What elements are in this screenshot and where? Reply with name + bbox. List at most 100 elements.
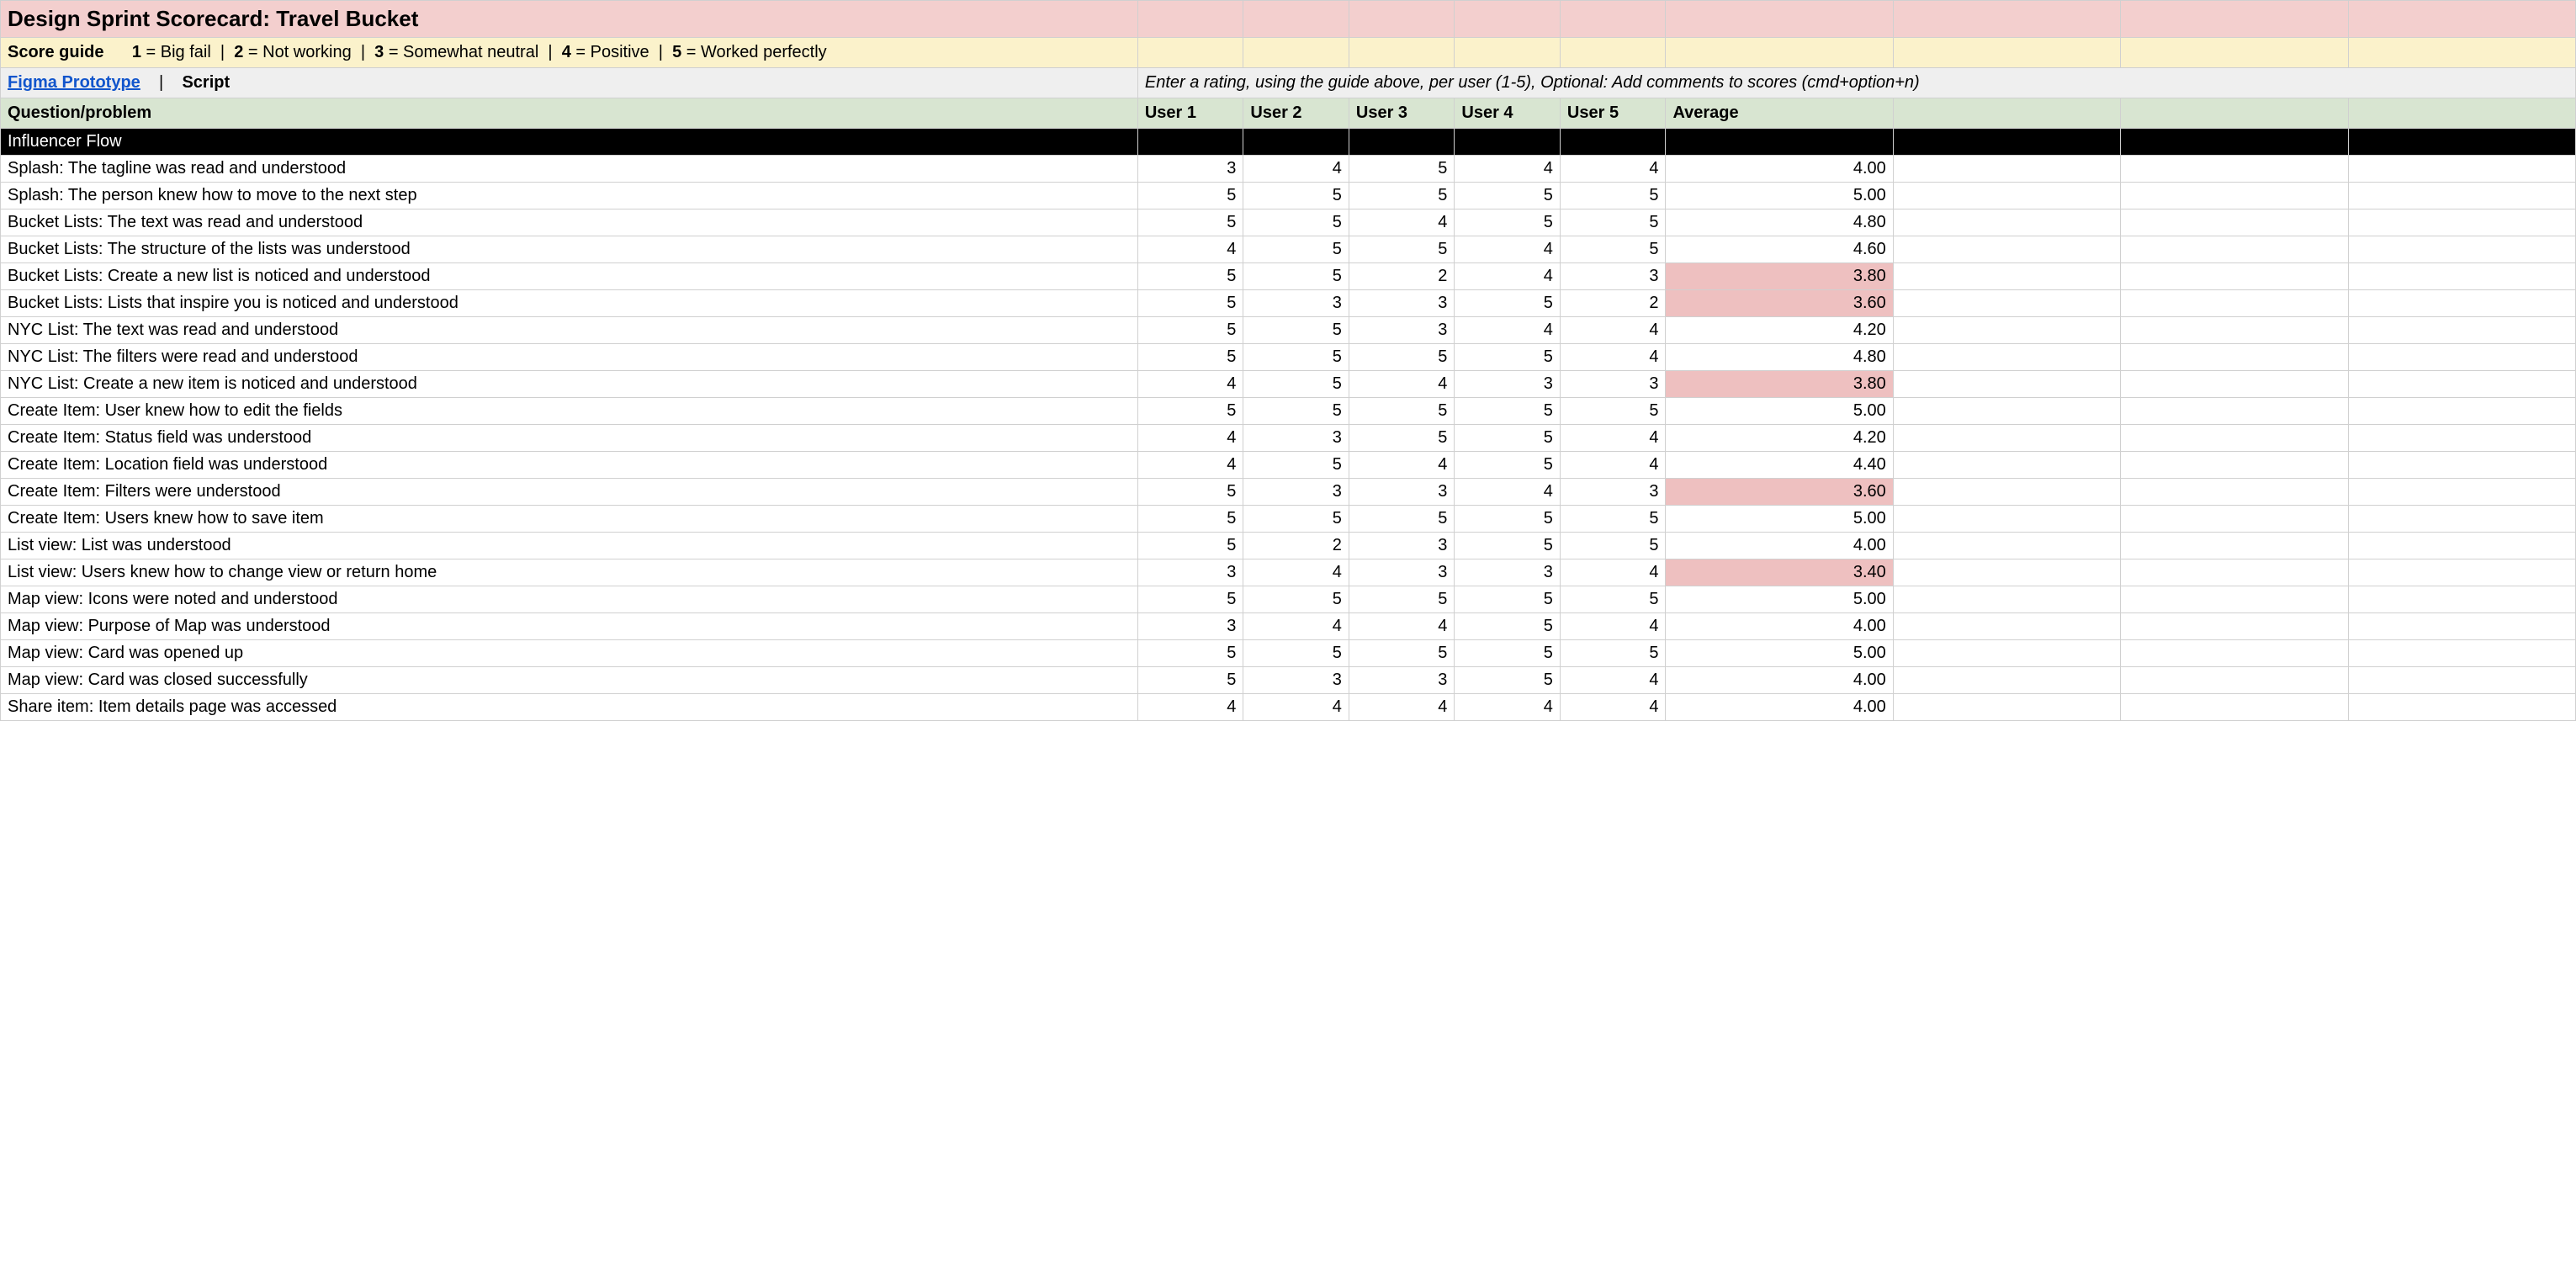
score-cell[interactable]: 2 [1243, 533, 1349, 559]
average-cell[interactable]: 4.60 [1666, 236, 1893, 263]
empty-cell[interactable] [2121, 317, 2348, 344]
empty-cell[interactable] [1893, 533, 2120, 559]
score-cell[interactable]: 3 [1455, 371, 1561, 398]
empty-cell[interactable] [2348, 290, 2575, 317]
score-cell[interactable]: 5 [1455, 209, 1561, 236]
score-cell[interactable]: 2 [1560, 290, 1666, 317]
average-cell[interactable]: 3.60 [1666, 479, 1893, 506]
score-cell[interactable]: 5 [1455, 667, 1561, 694]
score-cell[interactable]: 4 [1349, 613, 1455, 640]
score-cell[interactable]: 4 [1455, 156, 1561, 183]
empty-cell[interactable] [2348, 452, 2575, 479]
empty-cell[interactable] [1893, 236, 2120, 263]
score-cell[interactable]: 5 [1137, 667, 1243, 694]
score-cell[interactable]: 3 [1137, 613, 1243, 640]
question-cell[interactable]: Create Item: Filters were understood [1, 479, 1138, 506]
empty-cell[interactable] [2348, 613, 2575, 640]
empty-cell[interactable] [2121, 156, 2348, 183]
score-cell[interactable]: 4 [1243, 694, 1349, 721]
empty-cell[interactable] [1893, 479, 2120, 506]
score-cell[interactable]: 5 [1455, 452, 1561, 479]
score-cell[interactable]: 5 [1137, 263, 1243, 290]
empty-cell[interactable] [2121, 263, 2348, 290]
score-cell[interactable]: 3 [1137, 559, 1243, 586]
score-cell[interactable]: 3 [1349, 667, 1455, 694]
score-cell[interactable]: 4 [1560, 317, 1666, 344]
empty-cell[interactable] [1893, 506, 2120, 533]
score-cell[interactable]: 5 [1137, 586, 1243, 613]
score-cell[interactable]: 4 [1137, 371, 1243, 398]
empty-cell[interactable] [2348, 371, 2575, 398]
score-cell[interactable]: 5 [1243, 317, 1349, 344]
empty-cell[interactable] [1893, 263, 2120, 290]
score-cell[interactable]: 5 [1243, 452, 1349, 479]
empty-cell[interactable] [2348, 183, 2575, 209]
question-cell[interactable]: NYC List: Create a new item is noticed a… [1, 371, 1138, 398]
score-cell[interactable]: 5 [1243, 506, 1349, 533]
score-cell[interactable]: 5 [1455, 344, 1561, 371]
empty-cell[interactable] [2121, 209, 2348, 236]
score-cell[interactable]: 4 [1560, 156, 1666, 183]
score-cell[interactable]: 5 [1243, 236, 1349, 263]
scorecard-table[interactable]: Design Sprint Scorecard: Travel BucketSc… [0, 0, 2576, 721]
score-cell[interactable]: 5 [1137, 533, 1243, 559]
score-cell[interactable]: 5 [1560, 183, 1666, 209]
question-cell[interactable]: Bucket Lists: Lists that inspire you is … [1, 290, 1138, 317]
score-cell[interactable]: 5 [1137, 398, 1243, 425]
score-cell[interactable]: 5 [1455, 506, 1561, 533]
question-cell[interactable]: NYC List: The text was read and understo… [1, 317, 1138, 344]
empty-cell[interactable] [2348, 344, 2575, 371]
score-cell[interactable]: 5 [1243, 263, 1349, 290]
average-cell[interactable]: 4.20 [1666, 317, 1893, 344]
average-cell[interactable]: 4.00 [1666, 667, 1893, 694]
score-cell[interactable]: 5 [1243, 209, 1349, 236]
empty-cell[interactable] [2348, 479, 2575, 506]
score-cell[interactable]: 5 [1560, 506, 1666, 533]
empty-cell[interactable] [2348, 263, 2575, 290]
average-cell[interactable]: 4.00 [1666, 613, 1893, 640]
empty-cell[interactable] [1893, 640, 2120, 667]
score-cell[interactable]: 4 [1137, 452, 1243, 479]
score-cell[interactable]: 5 [1560, 640, 1666, 667]
average-cell[interactable]: 5.00 [1666, 183, 1893, 209]
empty-cell[interactable] [1893, 398, 2120, 425]
score-cell[interactable]: 4 [1349, 209, 1455, 236]
score-cell[interactable]: 4 [1560, 425, 1666, 452]
score-cell[interactable]: 5 [1243, 344, 1349, 371]
empty-cell[interactable] [1893, 452, 2120, 479]
empty-cell[interactable] [1893, 156, 2120, 183]
empty-cell[interactable] [1893, 694, 2120, 721]
score-cell[interactable]: 4 [1455, 317, 1561, 344]
empty-cell[interactable] [2121, 640, 2348, 667]
score-cell[interactable]: 4 [1243, 613, 1349, 640]
score-cell[interactable]: 3 [1243, 667, 1349, 694]
score-cell[interactable]: 5 [1137, 479, 1243, 506]
score-cell[interactable]: 5 [1349, 586, 1455, 613]
score-cell[interactable]: 5 [1243, 371, 1349, 398]
empty-cell[interactable] [2121, 183, 2348, 209]
empty-cell[interactable] [2348, 317, 2575, 344]
score-cell[interactable]: 5 [1455, 533, 1561, 559]
score-cell[interactable]: 5 [1560, 533, 1666, 559]
score-cell[interactable]: 4 [1560, 667, 1666, 694]
empty-cell[interactable] [1893, 209, 2120, 236]
question-cell[interactable]: NYC List: The filters were read and unde… [1, 344, 1138, 371]
score-cell[interactable]: 5 [1137, 290, 1243, 317]
empty-cell[interactable] [1893, 613, 2120, 640]
score-cell[interactable]: 5 [1455, 640, 1561, 667]
score-cell[interactable]: 2 [1349, 263, 1455, 290]
empty-cell[interactable] [2121, 533, 2348, 559]
score-cell[interactable]: 3 [1560, 479, 1666, 506]
score-cell[interactable]: 5 [1560, 209, 1666, 236]
average-cell[interactable]: 4.80 [1666, 344, 1893, 371]
score-cell[interactable]: 4 [1137, 694, 1243, 721]
score-cell[interactable]: 4 [1137, 236, 1243, 263]
score-cell[interactable]: 4 [1349, 371, 1455, 398]
score-cell[interactable]: 5 [1137, 640, 1243, 667]
empty-cell[interactable] [2348, 398, 2575, 425]
empty-cell[interactable] [2121, 586, 2348, 613]
question-cell[interactable]: Bucket Lists: The structure of the lists… [1, 236, 1138, 263]
empty-cell[interactable] [1893, 317, 2120, 344]
score-cell[interactable]: 5 [1243, 640, 1349, 667]
score-cell[interactable]: 3 [1243, 479, 1349, 506]
